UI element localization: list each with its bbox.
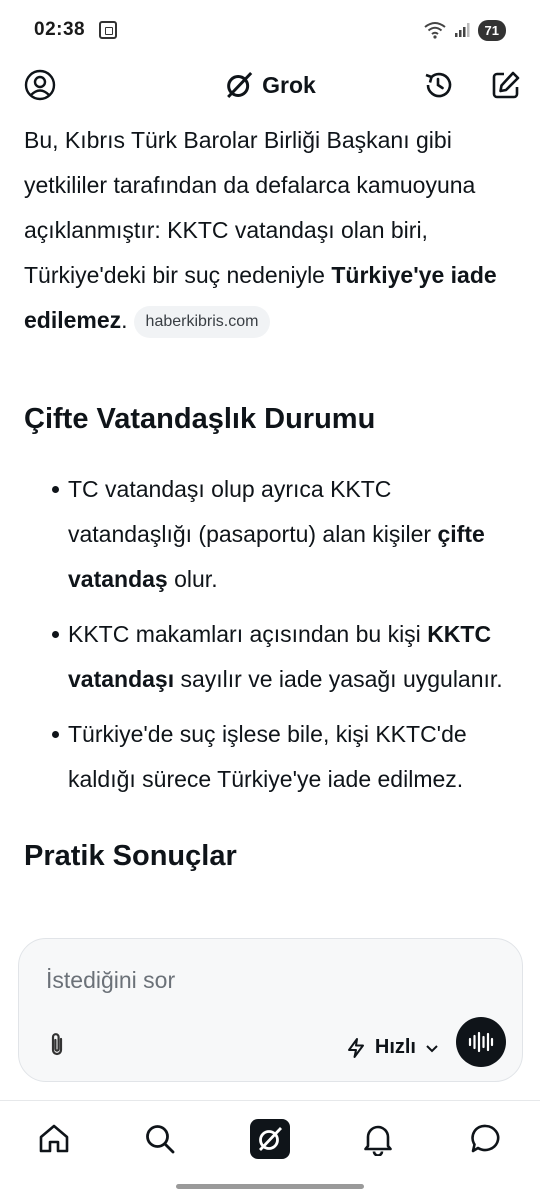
battery-badge: 71	[477, 19, 506, 41]
history-icon	[425, 72, 452, 98]
search-icon	[146, 1125, 175, 1154]
bullet-list: TC vatandaşı olup ayrıca KKTC vatandaşlı…	[24, 467, 520, 802]
nav-grok[interactable]	[250, 1119, 290, 1159]
profile-icon	[24, 69, 56, 101]
chevron-down-icon	[426, 1044, 438, 1052]
profile-button[interactable]	[20, 65, 60, 105]
mode-label: Hızlı	[374, 1036, 416, 1058]
list-item: KKTC makamları açısından bu kişi KKTC va…	[24, 612, 520, 702]
section-title-practical-results: Pratik Sonuçlar	[24, 840, 237, 872]
message-composer[interactable]: İstediğini sor Hızlı	[18, 938, 523, 1082]
source-chip[interactable]: haberkibris.com	[133, 306, 271, 338]
nav-search[interactable]	[140, 1119, 180, 1159]
voice-wave-icon	[468, 1031, 494, 1053]
grok-logo-icon	[227, 71, 253, 99]
nav-messages[interactable]	[466, 1119, 506, 1159]
chat-response: Bu, Kıbrıs Türk Barolar Birliği Başkanı …	[24, 118, 520, 874]
compose-icon	[492, 71, 520, 99]
home-icon	[39, 1124, 69, 1153]
prompt-input[interactable]: İstediğini sor	[46, 967, 175, 994]
bell-icon	[364, 1125, 392, 1156]
list-item: Türkiye'de suç işlese bile, kişi KKTC'de…	[24, 712, 520, 802]
status-time: 02:38	[34, 19, 86, 40]
mode-selector[interactable]: Hızlı	[345, 1036, 440, 1059]
status-indicators: 71	[423, 19, 506, 41]
intro-paragraph: Bu, Kıbrıs Türk Barolar Birliği Başkanı …	[24, 118, 520, 343]
list-item: TC vatandaşı olup ayrıca KKTC vatandaşlı…	[24, 467, 520, 602]
signal-icon	[454, 23, 470, 37]
intro-period: .	[121, 307, 128, 333]
chat-bubble-icon	[471, 1124, 500, 1153]
paperclip-icon	[51, 1033, 63, 1056]
history-button[interactable]	[418, 65, 458, 105]
compose-button[interactable]	[486, 65, 526, 105]
grok-brand: Grok	[224, 70, 316, 100]
voice-mode-button[interactable]	[456, 1017, 506, 1067]
nav-home[interactable]	[34, 1119, 74, 1159]
attach-button[interactable]	[41, 1029, 73, 1061]
app-header: Grok	[0, 60, 540, 110]
brand-name: Grok	[262, 71, 316, 98]
nav-notifications[interactable]	[358, 1119, 398, 1159]
status-bar: 02:38 71	[0, 0, 540, 60]
screen-record-icon	[99, 21, 118, 39]
home-indicator[interactable]	[176, 1184, 364, 1189]
bottom-navigation	[0, 1100, 540, 1199]
lightning-icon	[347, 1037, 364, 1058]
wifi-icon	[423, 22, 446, 39]
section-title-dual-citizenship: Çifte Vatandaşlık Durumu	[24, 403, 376, 435]
grok-icon	[258, 1127, 283, 1151]
